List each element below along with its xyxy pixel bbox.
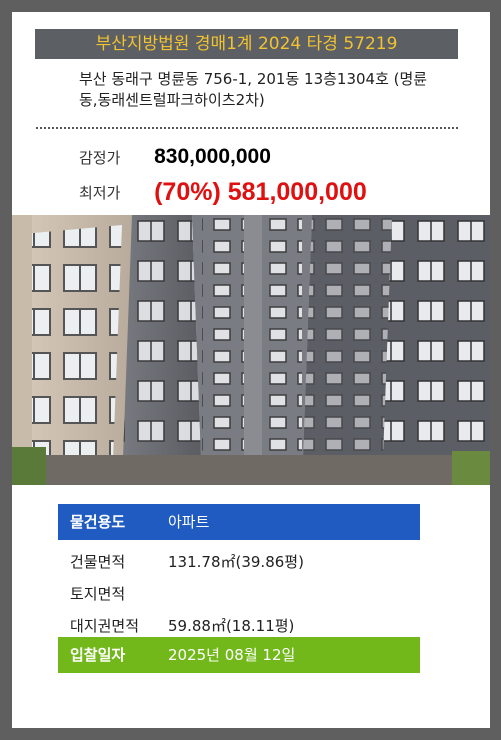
bid-date-label: 입찰일자 — [70, 646, 126, 664]
use-value: 아파트 — [168, 513, 210, 531]
info-row-bid-date: 입찰일자 2025년 08월 12일 — [58, 637, 420, 673]
minimum-value: (70%) 581,000,000 — [154, 178, 367, 206]
building-area-label: 건물면적 — [70, 553, 126, 571]
appraisal-value: 830,000,000 — [154, 145, 271, 168]
minimum-label: 최저가 — [79, 184, 121, 202]
minimum-price-row: 최저가 (70%) 581,000,000 — [79, 178, 367, 207]
dotted-divider — [36, 127, 458, 129]
appraisal-label: 감정가 — [79, 148, 121, 167]
building-area-value: 131.78㎡(39.86평) — [168, 553, 304, 571]
case-title: 부산지방법원 경매1계 2024 타경 57219 — [35, 29, 458, 59]
bid-date-value: 2025년 08월 12일 — [168, 646, 296, 664]
property-address: 부산 동래구 명륜동 756-1, 201동 13층1304호 (명륜동,동래센… — [79, 70, 428, 109]
info-row-land-area: 토지면적 — [58, 576, 420, 612]
info-row-building-area: 건물면적 131.78㎡(39.86평) — [58, 544, 420, 580]
land-area-label: 토지면적 — [70, 585, 126, 603]
use-label: 물건용도 — [70, 513, 126, 531]
appraisal-price-row: 감정가 830,000,000 — [79, 145, 271, 169]
info-row-use: 물건용도 아파트 — [58, 504, 420, 540]
property-photo — [12, 215, 490, 485]
